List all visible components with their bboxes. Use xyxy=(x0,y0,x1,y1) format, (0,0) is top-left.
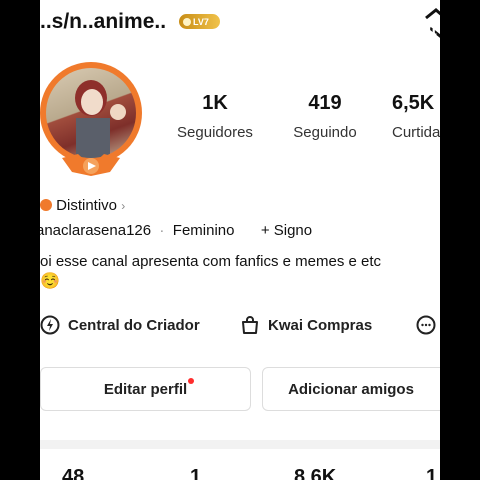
creator-center-label: Central do Criador xyxy=(68,316,200,334)
edit-profile-button[interactable]: Editar perfil xyxy=(40,367,251,411)
level-badge: LV7 xyxy=(179,14,220,29)
likes-count: 6,5K xyxy=(392,92,435,114)
followers-label: Seguidores xyxy=(177,124,253,141)
shopping-bag-icon xyxy=(242,316,258,334)
user-info-row: anaclarasena126 · Feminino + Signo xyxy=(40,222,312,239)
capcut-watermark: Cap Cut xyxy=(380,22,437,40)
watermark-text-faded: Cap xyxy=(380,22,411,39)
gender-label: Feminino xyxy=(172,222,235,239)
watermark-text: Cut xyxy=(410,22,437,39)
following-count: 419 xyxy=(308,92,342,114)
bottom-count-4: 1 xyxy=(426,466,438,480)
separator-dot: · xyxy=(155,222,169,239)
username: anaclarasena126 xyxy=(40,222,152,239)
creator-center-icon xyxy=(40,315,60,335)
messages-link[interactable] xyxy=(416,315,436,335)
chat-bubble-icon xyxy=(416,315,436,335)
bio-emoji: ☺️ xyxy=(40,273,60,290)
profile-screen: ..s/n..anime.. LV7 1K Seguidores 419 Seg… xyxy=(40,0,440,480)
following-label: Seguindo xyxy=(293,124,357,141)
badge-label: Distintivo xyxy=(56,197,118,214)
kwai-shop-label: Kwai Compras xyxy=(268,316,373,334)
sign-button[interactable]: + Signo xyxy=(261,222,312,239)
stat-following[interactable]: 419 Seguindo xyxy=(280,92,370,141)
bottom-count-2: 1 xyxy=(190,466,202,480)
section-divider xyxy=(40,440,440,449)
followers-count: 1K xyxy=(202,92,228,114)
kwai-shop-link[interactable]: Kwai Compras xyxy=(240,315,372,335)
avatar[interactable] xyxy=(40,62,142,180)
badge-icon xyxy=(40,199,52,211)
badge-row[interactable]: Distintivo › xyxy=(40,197,125,214)
avatar-image xyxy=(46,68,136,158)
likes-label: Curtida xyxy=(392,124,440,141)
chevron-right-icon: › xyxy=(121,199,126,213)
bottom-count-1: 48 xyxy=(62,466,85,480)
bio-text: oi esse canal apresenta com fanfics e me… xyxy=(40,253,382,270)
edit-profile-label: Editar perfil xyxy=(103,380,188,398)
notification-dot xyxy=(188,378,194,384)
add-friends-label: Adicionar amigos xyxy=(288,380,414,398)
profile-title: ..s/n..anime.. xyxy=(40,10,167,33)
bottom-count-3: 8,6K xyxy=(294,466,337,480)
stat-followers[interactable]: 1K Seguidores xyxy=(170,92,260,141)
level-badge-label: LV7 xyxy=(193,16,209,27)
level-badge-icon xyxy=(183,17,191,26)
add-friends-button[interactable]: Adicionar amigos xyxy=(262,367,440,411)
avatar-frame-ribbon-icon xyxy=(62,154,120,176)
stat-likes[interactable]: 6,5K Curtida xyxy=(392,92,440,141)
creator-center-link[interactable]: Central do Criador xyxy=(40,315,200,335)
